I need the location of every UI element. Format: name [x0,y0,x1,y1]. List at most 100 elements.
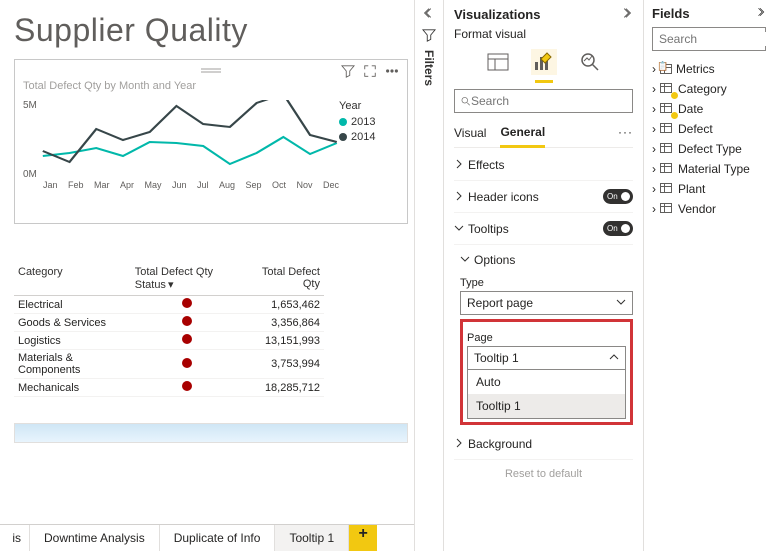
section-header-icons[interactable]: Header icons On [454,181,633,213]
table-icon [660,102,674,116]
map-visual[interactable] [14,423,408,443]
chevron-right-icon: › [652,82,656,96]
table-icon [660,162,674,176]
analytics-icon[interactable] [577,49,603,75]
status-dot-icon [182,298,192,308]
chevron-down-icon [616,296,626,310]
chevron-right-icon: › [652,142,656,156]
highlight-box: Page Tooltip 1 Auto Tooltip 1 [460,319,633,425]
chevron-up-icon [609,351,619,365]
line-chart-visual[interactable]: Total Defect Qty by Month and Year 5M 0M… [14,59,408,224]
status-dot-icon [182,381,192,391]
toggle-header-icons[interactable]: On [603,189,633,204]
section-effects[interactable]: Effects [454,150,633,181]
type-label: Type [460,277,633,289]
drag-handle-icon[interactable] [199,64,223,78]
col-qty[interactable]: Total Defect Qty [242,264,324,296]
reset-to-default[interactable]: Reset to default [454,468,633,480]
page-option-tooltip1[interactable]: Tooltip 1 [468,394,625,418]
page-dropdown[interactable]: Tooltip 1 Auto Tooltip 1 [467,346,626,370]
expand-filters-icon[interactable] [422,6,436,20]
table-row[interactable]: Logistics13,151,993 [14,332,324,350]
filter-icon [422,28,436,42]
more-tabs-icon[interactable]: ··· [618,125,633,143]
visualizations-title: Visualizations [454,7,540,22]
field-table-vendor[interactable]: ›Vendor [652,199,766,219]
tab-visual[interactable]: Visual [454,122,486,146]
table-icon [660,82,674,96]
chevron-down-icon [460,253,470,267]
chart-legend: Year 2013 2014 [339,100,399,180]
focus-mode-icon[interactable] [363,64,377,78]
format-search[interactable] [454,89,633,113]
page-tabs: is Downtime Analysis Duplicate of Info T… [0,524,414,551]
chevron-right-icon: › [652,162,656,176]
fields-search[interactable] [652,27,766,51]
page-option-auto[interactable]: Auto [468,370,625,394]
table-icon [660,142,674,156]
add-page-button[interactable]: + [349,525,377,551]
filter-icon[interactable] [341,64,355,78]
col-category[interactable]: Category [14,264,131,296]
table-icon [660,202,674,216]
section-tooltips[interactable]: Tooltips On [454,213,633,245]
table-row[interactable]: Electrical1,653,462 [14,296,324,314]
chevron-right-icon: › [652,122,656,136]
filters-label: Filters [422,50,436,86]
table-visual[interactable]: Category Total Defect Qty Status▾ Total … [14,264,408,397]
field-table-category[interactable]: ›Category [652,79,766,99]
field-table-plant[interactable]: ›Plant [652,179,766,199]
field-table-defect-type[interactable]: ›Defect Type [652,139,766,159]
status-dot-icon [182,334,192,344]
tab-general[interactable]: General [500,121,545,148]
page-dropdown-list: Auto Tooltip 1 [467,369,626,419]
table-row[interactable]: Mechanicals18,285,712 [14,379,324,397]
chevron-right-icon: › [652,62,656,76]
table-row[interactable]: Goods & Services3,356,864 [14,314,324,332]
chevron-right-icon: › [652,102,656,116]
field-table-metrics[interactable]: ›📋Metrics [652,59,766,79]
chevron-right-icon [454,190,464,204]
legend-dot-2014 [339,133,347,141]
table-icon [660,182,674,196]
collapse-pane-icon[interactable] [754,6,766,21]
collapse-pane-icon[interactable] [619,6,633,23]
build-visual-icon[interactable] [485,49,511,75]
toggle-tooltips[interactable]: On [603,221,633,236]
chevron-down-icon [454,222,464,236]
subsection-options[interactable]: Options [460,249,633,271]
legend-dot-2013 [339,118,347,126]
table-icon [660,122,674,136]
filters-pane-collapsed[interactable]: Filters [414,0,444,551]
page-tab[interactable]: Downtime Analysis [30,525,160,551]
chart-title: Total Defect Qty by Month and Year [23,80,399,92]
table-row[interactable]: Materials & Components3,753,994 [14,350,324,379]
field-table-material-type[interactable]: ›Material Type [652,159,766,179]
report-canvas: Supplier Quality Total Defect Qty by Mon… [0,0,414,551]
fields-search-input[interactable] [659,32,774,46]
x-axis: JanFebMarAprMayJunJulAugSepOctNovDec [43,180,339,190]
field-table-date[interactable]: ›Date [652,99,766,119]
search-icon [461,95,471,108]
status-dot-icon [182,358,192,368]
fields-title: Fields [652,6,690,21]
section-background[interactable]: Background [454,429,633,460]
page-tab[interactable]: Duplicate of Info [160,525,276,551]
calc-table-icon: 📋 [660,63,672,75]
page-tab[interactable]: Tooltip 1 [275,525,349,551]
col-status[interactable]: Total Defect Qty Status▾ [131,264,243,296]
page-tab[interactable]: is [0,525,30,551]
chevron-right-icon [454,158,464,172]
chevron-right-icon [454,437,464,451]
format-visual-icon[interactable] [531,49,557,75]
page-title: Supplier Quality [14,12,408,49]
field-table-defect[interactable]: ›Defect [652,119,766,139]
type-dropdown[interactable]: Report page [460,291,633,315]
page-label: Page [467,332,626,344]
format-search-input[interactable] [471,94,626,108]
status-dot-icon [182,316,192,326]
format-visual-label: Format visual [454,27,633,41]
chart-plot [37,100,339,180]
more-options-icon[interactable] [385,64,399,78]
visualizations-pane: Visualizations Format visual Visual Gene… [444,0,644,551]
